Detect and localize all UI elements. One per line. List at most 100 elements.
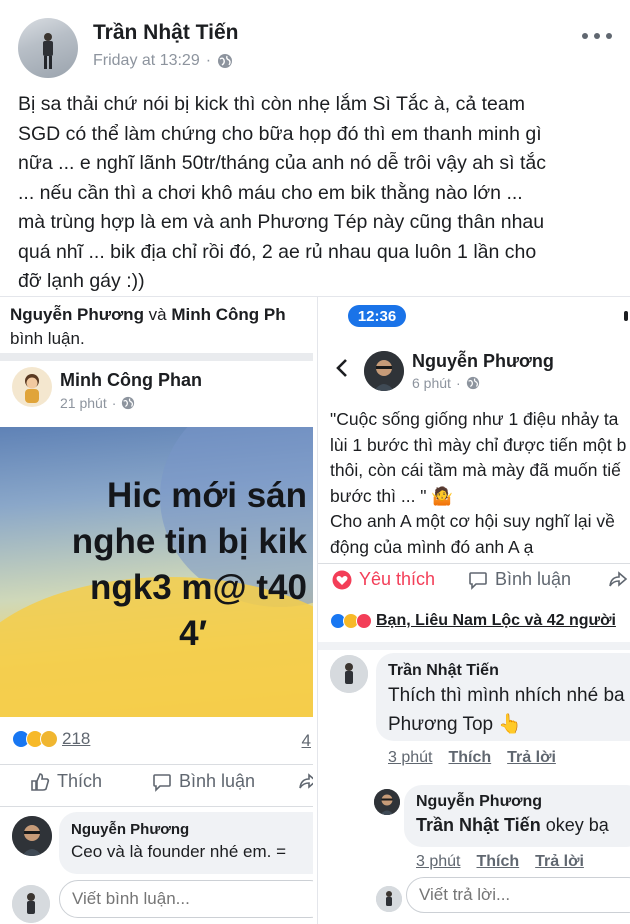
commenter-avatar[interactable] [12, 816, 52, 856]
more-icon [594, 33, 600, 39]
post-body: "Cuộc sống giống như 1 điệu nhảy ta lùi … [330, 407, 630, 560]
reply-time[interactable]: 3 phút [416, 853, 460, 871]
reply-bubble: Nguyễn Phương Trần Nhật Tiến okey bạ [404, 785, 630, 847]
share-button[interactable] [298, 771, 313, 791]
post-meta: Friday at 13:29 · [93, 52, 233, 70]
section-separator [0, 353, 313, 361]
post-line: đỡ lạnh gáy :)) [18, 270, 145, 292]
write-reply-input[interactable] [406, 877, 630, 913]
caption-line: Hic mới sán [107, 476, 307, 515]
reply-text: Trần Nhật Tiến okey bạ [416, 815, 630, 836]
post-line: mà trùng hợp là em và anh Phương Tép này… [18, 211, 545, 233]
back-button[interactable] [334, 357, 350, 383]
reply-body: okey bạ [540, 815, 609, 835]
post-body: Bị sa thải chứ nói bị kick thì còn nhẹ l… [18, 90, 618, 297]
reply-like-link[interactable]: Thích [476, 853, 519, 871]
notice-and: và [143, 305, 172, 324]
post-meta: 6 phút · [412, 375, 480, 391]
comment-reply-link[interactable]: Trả lời [507, 749, 556, 767]
comment-time[interactable]: 3 phút [388, 749, 432, 767]
notice-name-2[interactable]: Minh Công Ph [171, 305, 285, 324]
comment-notice: Nguyễn Phương và Minh Công Ph bình luận. [10, 303, 310, 351]
meta-separator: · [205, 52, 212, 69]
comment-label: Bình luận [495, 569, 572, 589]
meta-separator: · [455, 375, 461, 391]
post-line: "Cuộc sống giống như 1 điệu nhảy ta [330, 409, 619, 429]
post-line: SGD có thể làm chứng cho bữa họp đó thì … [18, 122, 542, 145]
reply-author-avatar[interactable] [374, 789, 400, 815]
more-options-button[interactable] [582, 26, 612, 46]
comment-count[interactable]: 4 [302, 731, 311, 751]
shared-meta: 21 phút · [60, 395, 135, 411]
comment-like-link[interactable]: Thích [448, 749, 491, 767]
globe-icon [466, 376, 479, 390]
globe-icon [122, 396, 135, 410]
share-button[interactable] [608, 569, 628, 589]
post-line: Cho anh A một cơ hội suy nghĩ lại về [330, 511, 615, 531]
status-bar-indicator [624, 311, 628, 321]
caption-line: 4′ [179, 614, 207, 653]
like-label: Thích [57, 771, 103, 791]
comment-bubble: Trần Nhật Tiến Thích thì mình nhích nhé … [376, 653, 630, 741]
comment-text-line: Phương Top 👆 [388, 714, 523, 735]
right-screenshot: 12:36 Nguyễn Phương 6 phút · "Cuộc sống … [317, 297, 630, 924]
comment-label: Bình luận [179, 771, 256, 791]
reply-author[interactable]: Nguyễn Phương [416, 793, 630, 811]
comment-icon [469, 571, 487, 590]
write-comment-input[interactable] [59, 880, 313, 918]
shared-time[interactable]: 21 phút [60, 395, 107, 411]
notice-rest: bình luận. [10, 329, 85, 348]
comment-author[interactable]: Nguyễn Phương [71, 821, 313, 838]
post-line: bước thì ... " 🤷 [330, 485, 454, 506]
notice-name-1[interactable]: Nguyễn Phương [10, 305, 144, 324]
post-author-name[interactable]: Nguyễn Phương [412, 351, 554, 372]
post-actions: Yêu thích Bình luận [318, 567, 630, 597]
comment-text-line: Thích thì mình nhích nhé ba [388, 685, 625, 706]
section-separator [318, 642, 630, 650]
shared-author-name[interactable]: Minh Công Phan [60, 370, 202, 391]
post-line: quá nhĩ ... bik địa chỉ rồi đó, 2 ae rủ … [18, 240, 537, 263]
reply-mention[interactable]: Trần Nhật Tiến [416, 815, 541, 835]
left-screenshot: Nguyễn Phương và Minh Công Ph bình luận.… [0, 297, 313, 924]
shared-author-avatar[interactable] [12, 367, 52, 407]
divider [318, 563, 630, 564]
author-avatar[interactable] [18, 18, 78, 78]
sad-icon [40, 730, 58, 748]
post-time[interactable]: 6 phút [412, 375, 451, 391]
reaction-summary[interactable]: Bạn, Liêu Nam Lộc và 42 người [330, 612, 616, 630]
post-line: Bị sa thải chứ nói bị kick thì còn nhẹ l… [18, 93, 525, 115]
globe-icon [218, 54, 233, 68]
comment-text: Ceo và là founder nhé em. = [71, 842, 286, 861]
status-caption: Hic mới sán nghe tin bị kik ngk3 m@ t40 … [0, 473, 313, 657]
reaction-count[interactable]: 218 [62, 729, 90, 749]
comment-author[interactable]: Trần Nhật Tiến [388, 662, 630, 680]
post-author-name[interactable]: Trần Nhật Tiến [93, 21, 238, 45]
current-user-avatar [376, 886, 402, 912]
like-button[interactable]: Thích [30, 771, 102, 792]
like-icon [31, 772, 50, 791]
post-author-avatar[interactable] [364, 351, 404, 391]
reaction-summary[interactable]: 218 [12, 729, 90, 749]
more-icon [606, 33, 612, 39]
divider [0, 764, 313, 765]
heart-icon [332, 570, 352, 589]
meta-separator: · [111, 395, 117, 411]
post-header: Trần Nhật Tiến Friday at 13:29 · [0, 0, 630, 86]
caption-line: ngk3 m@ t40 [90, 568, 307, 607]
post-actions: Thích Bình luận [0, 769, 313, 805]
reactors-list[interactable]: Bạn, Liêu Nam Lộc và 42 người [376, 612, 616, 630]
back-icon [336, 359, 347, 377]
comment-meta: 3 phút Thích Trả lời [388, 749, 556, 767]
current-user-avatar [12, 885, 50, 923]
comment-button[interactable]: Bình luận [468, 569, 571, 590]
reply-meta: 3 phút Thích Trả lời [416, 853, 584, 871]
post-line: ... nếu cần thì a chơi khô máu cho em bi… [18, 181, 523, 204]
post-time[interactable]: Friday at 13:29 [93, 52, 200, 70]
commenter-avatar[interactable] [330, 655, 368, 693]
reply-reply-link[interactable]: Trả lời [535, 853, 584, 871]
post-line: thôi, còn cái tầm mà mày đã muốn tiế [330, 460, 621, 480]
comment-button[interactable]: Bình luận [152, 771, 255, 792]
status-image[interactable]: Hic mới sán nghe tin bị kik ngk3 m@ t40 … [0, 427, 313, 717]
share-icon [299, 773, 313, 789]
love-button[interactable]: Yêu thích [332, 569, 435, 590]
